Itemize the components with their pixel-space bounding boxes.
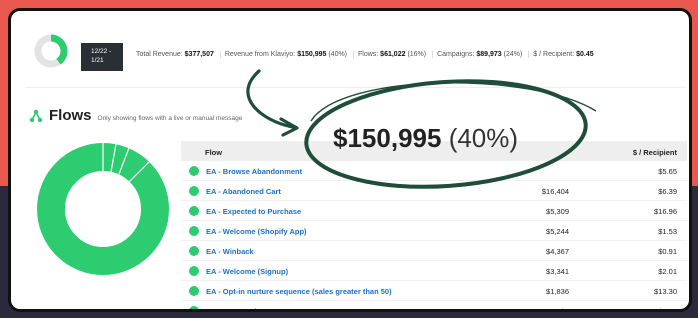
callout-amount: $150,995 xyxy=(333,123,442,153)
callout-percent: (40%) xyxy=(448,123,519,153)
klaviyo-dashboard-card: 12/22 - 1/21 Total Revenue: $377,507 Rev… xyxy=(8,8,692,312)
revenue-callout: $150,995 (40%) xyxy=(333,123,583,163)
callout-arrow xyxy=(246,69,295,129)
